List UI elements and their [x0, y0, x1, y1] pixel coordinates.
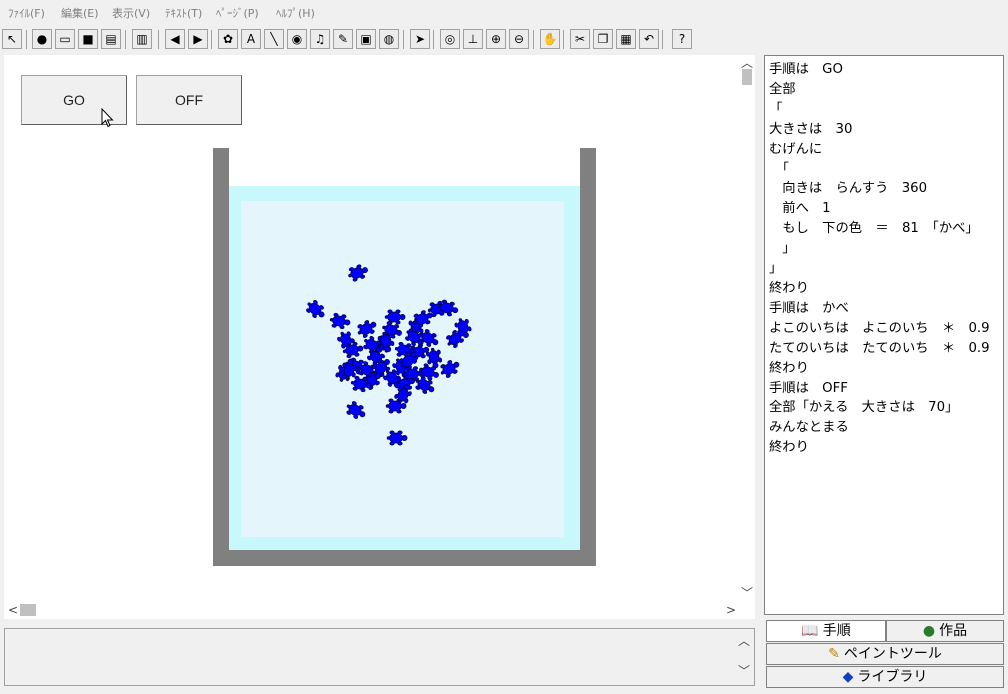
code-line[interactable]: 前へ 1: [769, 199, 990, 219]
horizontal-scroll-thumb[interactable]: [20, 604, 36, 616]
code-line[interactable]: たてのいちは たてのいち ＊ 0.9: [769, 339, 990, 359]
toolbar: ↖ ● ▭ ■ ▤ ▥ ◀ ▶ ✿ A ╲ ◉ ♫ ✎ ▣ ◍ ➤ ◎ ⊥ ⊕ ⊖ ✋ ✂ ❐ ▦ ↶?: [0, 28, 1008, 52]
code-line[interactable]: 全部「かえる 大きさは 70」: [769, 398, 990, 418]
book-icon: 📖: [801, 623, 819, 639]
code-line[interactable]: 終わり: [769, 359, 990, 379]
turtle-icon[interactable]: ✿: [218, 29, 238, 49]
paste-icon[interactable]: ▦: [616, 29, 636, 49]
brush-icon: ✎: [828, 646, 840, 662]
code-line[interactable]: 終わり: [769, 279, 990, 299]
undo-icon[interactable]: ↶: [639, 29, 659, 49]
toolbar-separator: [125, 30, 126, 49]
eye-icon[interactable]: ◎: [440, 29, 460, 49]
menu-item-5[interactable]: ﾍﾙﾌﾟ(H): [276, 4, 315, 24]
stamp-icon[interactable]: ⊥: [463, 29, 483, 49]
pen-icon[interactable]: ✎: [333, 29, 353, 49]
scroll-right-arrow-icon[interactable]: >: [726, 604, 736, 616]
code-line[interactable]: 全部: [769, 80, 990, 100]
toolbar-separator: [433, 30, 434, 49]
menu-item-0[interactable]: ﾌｧｲﾙ(F): [8, 4, 45, 24]
tab-paint-tool[interactable]: ✎ ペイントツール: [766, 643, 1004, 665]
forward-arrow-icon[interactable]: ▶: [188, 29, 208, 49]
toolbar-separator: [26, 30, 27, 49]
code-line[interactable]: 向きは らんすう 360: [769, 179, 990, 199]
code-line[interactable]: みんなとまる: [769, 418, 990, 438]
help-icon[interactable]: ?: [672, 29, 692, 49]
vertical-scrollbar[interactable]: ︿ ﹀: [738, 55, 755, 601]
toolbar-separator: [158, 30, 159, 49]
code-line[interactable]: 」: [769, 259, 990, 279]
back-arrow-icon[interactable]: ◀: [165, 29, 185, 49]
tab-works[interactable]: ● 作品: [886, 620, 1004, 642]
stage-canvas[interactable]: GO OFF: [4, 55, 755, 601]
vertical-scroll-thumb[interactable]: [742, 69, 752, 85]
toolbar-separator: [403, 30, 404, 49]
tank-bottom-wall: [213, 550, 596, 566]
msg-scroll-down-arrow-icon[interactable]: ﹀: [738, 665, 750, 677]
toolbar-separator: [563, 30, 564, 49]
save-icon[interactable]: ■: [78, 29, 98, 49]
globe-icon[interactable]: ●: [32, 29, 52, 49]
layout-icon[interactable]: ▥: [132, 29, 152, 49]
code-line[interactable]: 」: [769, 239, 990, 259]
toolbar-separator: [662, 30, 663, 49]
tab-works-label: 作品: [939, 623, 968, 639]
shapes-icon: ◆: [842, 669, 854, 685]
code-line[interactable]: よこのいちは よこのいち ＊ 0.9: [769, 319, 990, 339]
code-line[interactable]: 「: [769, 160, 990, 180]
message-box[interactable]: ︿ ﹀: [4, 628, 755, 686]
code-line[interactable]: むげんに: [769, 140, 990, 160]
scroll-up-arrow-icon[interactable]: ︿: [741, 57, 753, 69]
capsule-icon[interactable]: ◉: [287, 29, 307, 49]
toolbar-separator: [211, 30, 212, 49]
copy-icon[interactable]: ❐: [593, 29, 613, 49]
code-line[interactable]: 手順は OFF: [769, 379, 990, 399]
open-folder-icon[interactable]: ▭: [55, 29, 75, 49]
menu-item-1[interactable]: 編集(E): [61, 4, 99, 24]
tab-library-label: ライブラリ: [857, 669, 928, 685]
zoom-in-icon[interactable]: ⊕: [486, 29, 506, 49]
select-cursor-icon[interactable]: ↖: [2, 29, 22, 49]
database-icon[interactable]: ◍: [379, 29, 399, 49]
text-icon[interactable]: A: [241, 29, 261, 49]
code-line[interactable]: 「: [769, 100, 990, 120]
menu-item-2[interactable]: 表示(V): [112, 4, 150, 24]
tank-right-wall: [580, 148, 596, 566]
code-line[interactable]: 手順は かべ: [769, 299, 990, 319]
menu-item-4[interactable]: ﾍﾟｰｼﾞ(P): [216, 4, 259, 24]
tank-scene: [213, 148, 596, 566]
horizontal-scrollbar[interactable]: < >: [4, 601, 755, 619]
code-line[interactable]: 大きさは 30: [769, 120, 990, 140]
tab-paint-label: ペイントツール: [843, 646, 942, 662]
tab-procedure-label: 手順: [822, 623, 851, 639]
code-line[interactable]: 手順は GO: [769, 60, 990, 80]
toolbar-separator: [533, 30, 534, 49]
print-icon[interactable]: ▤: [101, 29, 121, 49]
msg-scroll-up-arrow-icon[interactable]: ︿: [738, 635, 750, 647]
camera-icon[interactable]: ▣: [356, 29, 376, 49]
line-draw-icon[interactable]: ╲: [264, 29, 284, 49]
scroll-down-arrow-icon[interactable]: ﹀: [741, 587, 753, 599]
code-line[interactable]: もし 下の色 ＝ 81 「かべ」: [769, 219, 990, 239]
tab-procedure[interactable]: 📖 手順: [766, 620, 886, 642]
code-line[interactable]: 終わり: [769, 438, 990, 458]
music-note-icon[interactable]: ♫: [310, 29, 330, 49]
procedure-editor[interactable]: 手順は GO 全部「大きさは 30 むげんに 「 向きは らんすう 360 前へ 1…: [764, 55, 1004, 615]
stop-hand-icon[interactable]: ✋: [540, 29, 560, 49]
tank-left-wall: [213, 148, 229, 566]
scroll-left-arrow-icon[interactable]: <: [8, 604, 18, 616]
cut-icon[interactable]: ✂: [570, 29, 590, 49]
pointer-icon[interactable]: ➤: [410, 29, 430, 49]
procedure-code[interactable]: 手順は GO 全部「大きさは 30 むげんに 「 向きは らんすう 360 前へ 1…: [769, 60, 990, 458]
menu-item-3[interactable]: ﾃｷｽﾄ(T): [165, 4, 202, 24]
globe-icon: ●: [922, 623, 936, 639]
tab-library[interactable]: ◆ ライブラリ: [766, 666, 1004, 688]
zoom-out-icon[interactable]: ⊖: [509, 29, 529, 49]
menu-bar: ﾌｧｲﾙ(F) 編集(E) 表示(V) ﾃｷｽﾄ(T) ﾍﾟｰｼﾞ(P) ﾍﾙﾌﾟ(H): [0, 4, 1008, 24]
